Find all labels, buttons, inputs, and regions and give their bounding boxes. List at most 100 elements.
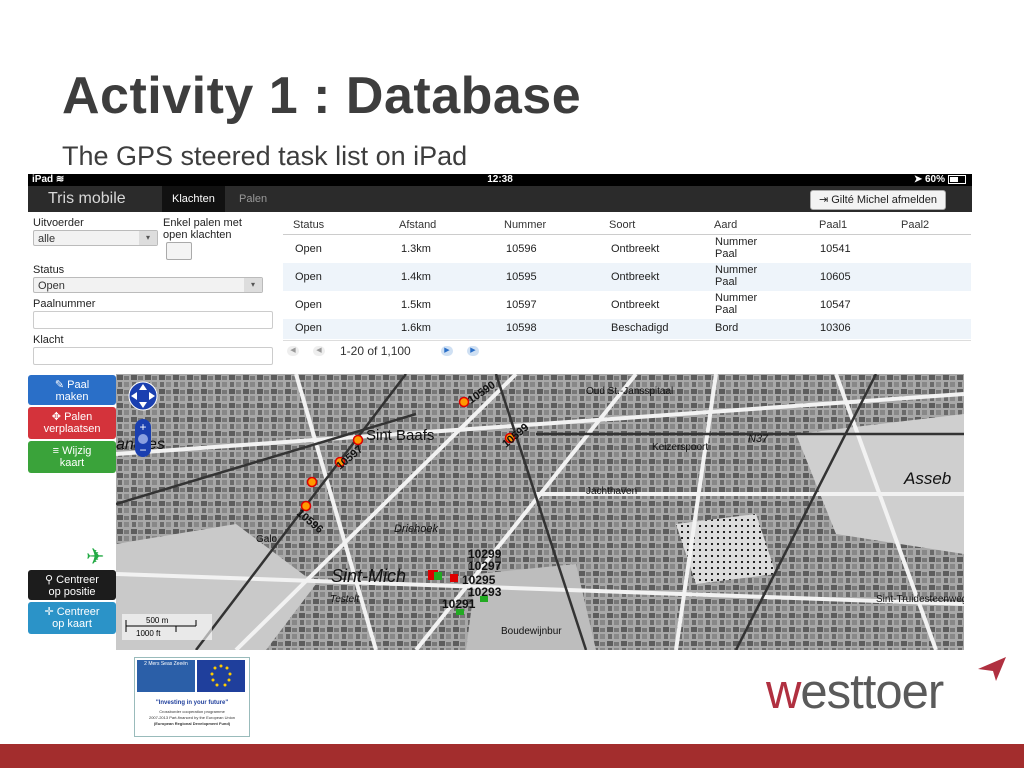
app-navbar: Tris mobile Klachten Palen ⇥ Gilté Miche… [28, 186, 972, 212]
svg-text:10297: 10297 [468, 559, 502, 573]
last-page-icon[interactable]: ▶ [467, 346, 479, 356]
list-icon: ≡ [52, 445, 59, 457]
chevron-down-icon: ▾ [139, 231, 157, 245]
svg-text:N37: N37 [748, 433, 769, 445]
svg-text:Keizerspoort: Keizerspoort [652, 442, 708, 453]
cell-status: Open [295, 271, 322, 283]
cell-soort: Ontbreekt [611, 243, 660, 255]
status-select[interactable]: Open ▾ [33, 277, 263, 293]
chevron-down-icon: ▾ [244, 278, 262, 292]
cell-afstand: 1.6km [401, 322, 431, 334]
table-pager: ◀ ◀ 1-20 of 1,100 ▶ ▶ [283, 340, 971, 361]
filter-panel: Uitvoerder alle ▾ Enkel palen met open kla… [28, 212, 278, 372]
col-nummer[interactable]: Nummer [504, 219, 546, 231]
two-seas-logo: 2 Mers Seas Zeeën [137, 660, 195, 692]
paalnummer-label: Paalnummer [33, 298, 96, 310]
pager-text: 1-20 of 1,100 [340, 344, 411, 358]
col-soort[interactable]: Soort [609, 219, 635, 231]
clock: 12:38 [487, 174, 513, 185]
enkel-palen-label: Enkel palen met open klachten [163, 217, 242, 241]
cell-soort: Ontbreekt [611, 271, 660, 283]
col-afstand[interactable]: Afstand [399, 219, 436, 231]
svg-text:−: − [139, 443, 146, 457]
cell-afstand: 1.4km [401, 271, 431, 283]
col-paal1[interactable]: Paal1 [819, 219, 847, 231]
tab-klachten[interactable]: Klachten [162, 186, 225, 212]
cell-status: Open [295, 243, 322, 255]
logout-button[interactable]: ⇥ Gilté Michel afmelden [809, 190, 946, 210]
slide-subtitle: The GPS steered task list on iPad [62, 141, 468, 171]
crosshair-icon: ✛ [44, 606, 54, 618]
palen-verplaatsen-button[interactable]: ✥ Palen verplaatsen [28, 407, 116, 439]
table-row[interactable]: Open 1.3km 10596 Ontbreekt Nummer Paal 10… [283, 235, 971, 263]
move-icon: ✥ [51, 411, 61, 423]
cell-status: Open [295, 299, 322, 311]
map-scale-bar: 500 m 1000 ft [122, 614, 212, 640]
svg-text:1000 ft: 1000 ft [136, 629, 161, 638]
cell-nummer: 10597 [506, 299, 537, 311]
table-row[interactable]: Open 1.5km 10597 Ontbreekt Nummer Paal 10… [283, 291, 971, 319]
status-label: Status [33, 264, 65, 276]
klacht-label: Klacht [33, 334, 64, 346]
svg-text:Testelt: Testelt [330, 594, 360, 605]
svg-text:Oud St.-Jansspitaal: Oud St.-Jansspitaal [586, 386, 673, 397]
cell-afstand: 1.3km [401, 243, 431, 255]
first-page-icon[interactable]: ◀ [287, 346, 299, 356]
cell-aard: Nummer Paal [715, 264, 758, 288]
col-paal2[interactable]: Paal2 [901, 219, 929, 231]
table-header: Status Afstand Nummer Soort Aard Paal1 P… [283, 216, 971, 235]
prev-page-icon[interactable]: ◀ [313, 346, 325, 356]
interreg-eu-logo: 2 Mers Seas Zeeën "Investing in your fut… [134, 657, 250, 737]
map-view[interactable]: Sint Baafs Sint-Mich Asseb Driehoek Jach… [116, 374, 964, 650]
uitvoerder-select[interactable]: alle ▾ [33, 230, 158, 246]
slide-title: Activity 1 : Database [62, 67, 582, 125]
svg-text:Driehoek: Driehoek [394, 523, 439, 535]
cell-aard: Nummer Paal [715, 292, 758, 316]
battery-indicator: ➤ 60% [914, 174, 966, 185]
svg-text:Sint-Truidesteenweg: Sint-Truidesteenweg [876, 594, 964, 605]
westtoer-logo: westtoerwesttoer [766, 665, 944, 719]
cell-aard: Bord [715, 322, 739, 334]
cell-afstand: 1.5km [401, 299, 431, 311]
pan-control[interactable]: + − [126, 379, 160, 464]
col-status[interactable]: Status [293, 219, 324, 231]
cell-nummer: 10598 [506, 322, 537, 334]
app-brand: Tris mobile [48, 190, 126, 207]
logout-icon: ⇥ [818, 194, 829, 206]
ipad-screenshot: iPad ≋ 12:38 ➤ 60% Tris mobile Klachten … [28, 174, 972, 658]
map-label: Sint Baafs [366, 427, 434, 444]
paalnummer-input[interactable] [33, 311, 273, 329]
wijzig-kaart-button[interactable]: ≡ Wijzig kaart [28, 441, 116, 473]
klacht-input[interactable] [33, 347, 273, 365]
map-canvas[interactable]: Sint Baafs Sint-Mich Asseb Driehoek Jach… [116, 374, 964, 650]
uitvoerder-label: Uitvoerder [33, 217, 84, 229]
svg-text:10291: 10291 [442, 597, 476, 611]
centreer-kaart-button[interactable]: ✛ Centreer op kaart [28, 602, 116, 634]
cell-nummer: 10596 [506, 243, 537, 255]
svg-text:Boudewijnbur: Boudewijnbur [501, 626, 562, 637]
eu-flag-icon [197, 660, 245, 692]
footer-bar [0, 744, 1024, 768]
svg-text:+: + [139, 420, 146, 434]
pencil-icon: ✎ [54, 379, 65, 391]
tab-palen[interactable]: Palen [229, 186, 277, 212]
svg-text:500 m: 500 m [146, 616, 169, 625]
cell-soort: Beschadigd [611, 322, 669, 334]
table-row[interactable]: Open 1.6km 10598 Beschadigd Bord 10306 [283, 319, 971, 339]
centreer-positie-button[interactable]: ⚲ Centreer op positie [28, 570, 116, 600]
enkel-palen-checkbox[interactable] [166, 242, 192, 260]
satellite-icon: ✈ [86, 544, 105, 569]
svg-text:Galo: Galo [256, 534, 278, 545]
cell-status: Open [295, 322, 322, 334]
ios-status-bar: iPad ≋ 12:38 ➤ 60% [28, 174, 972, 186]
svg-text:Asseb: Asseb [903, 469, 951, 488]
westtoer-arrow-icon [978, 657, 1006, 681]
table-row[interactable]: Open 1.4km 10595 Ontbreekt Nummer Paal 10… [283, 263, 971, 291]
cell-paal1: 10605 [820, 271, 851, 283]
paal-maken-button[interactable]: ✎ Paal maken [28, 375, 116, 405]
location-arrow-icon: ➤ [913, 174, 923, 185]
cell-aard: Nummer Paal [715, 236, 758, 260]
col-aard[interactable]: Aard [714, 219, 737, 231]
battery-icon [948, 174, 966, 184]
next-page-icon[interactable]: ▶ [441, 346, 453, 356]
